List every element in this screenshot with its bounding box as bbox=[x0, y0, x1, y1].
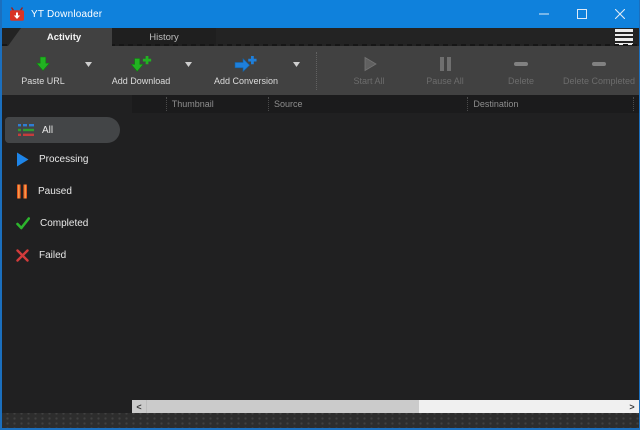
app-window: YT Downloader Activity History bbox=[0, 0, 640, 430]
scroll-right-icon: > bbox=[629, 402, 634, 412]
add-conversion-label: Add Conversion bbox=[214, 76, 278, 86]
horizontal-scrollbar[interactable]: < > bbox=[132, 400, 639, 413]
list-all-icon bbox=[18, 123, 34, 137]
tab-bar: Activity History bbox=[2, 28, 639, 46]
main-area: All Processing Paused Completed bbox=[2, 95, 639, 413]
maximize-button[interactable] bbox=[563, 0, 601, 28]
close-icon bbox=[615, 9, 625, 19]
scroll-right-button[interactable]: > bbox=[625, 400, 639, 413]
dash-icon bbox=[513, 55, 529, 73]
toolbar: Paste URL Add Download bbox=[2, 46, 639, 95]
window-resize-strip bbox=[2, 413, 639, 428]
table-body-empty bbox=[132, 113, 639, 400]
play-icon bbox=[361, 55, 378, 73]
start-all-label: Start All bbox=[353, 76, 384, 86]
filter-completed[interactable]: Completed bbox=[2, 207, 132, 239]
filter-all-label: All bbox=[42, 125, 53, 136]
filter-paused-label: Paused bbox=[38, 186, 72, 197]
paste-url-dropdown-icon[interactable] bbox=[80, 62, 96, 67]
scrollbar-track[interactable] bbox=[419, 400, 625, 413]
filter-all[interactable]: All bbox=[5, 117, 120, 143]
paste-url-button[interactable]: Paste URL bbox=[6, 49, 96, 93]
tab-activity-label: Activity bbox=[47, 32, 81, 43]
filter-completed-label: Completed bbox=[40, 218, 88, 229]
titlebar: YT Downloader bbox=[2, 0, 639, 28]
tab-activity[interactable]: Activity bbox=[8, 28, 112, 46]
check-green-icon bbox=[16, 217, 30, 230]
download-table: Thumbnail Source Destination < > bbox=[132, 95, 639, 413]
tab-history-label: History bbox=[149, 32, 179, 43]
add-download-dropdown-icon[interactable] bbox=[180, 62, 196, 67]
paste-url-label: Paste URL bbox=[21, 76, 65, 86]
add-conversion-button[interactable]: Add Conversion bbox=[204, 49, 304, 93]
delete-completed-button[interactable]: Delete Completed bbox=[557, 49, 640, 93]
app-tv-icon bbox=[9, 7, 25, 22]
pause-all-label: Pause All bbox=[426, 76, 464, 86]
add-conversion-dropdown-icon[interactable] bbox=[288, 62, 304, 67]
pause-all-button[interactable]: Pause All bbox=[409, 49, 481, 93]
filter-processing-label: Processing bbox=[39, 154, 88, 165]
minimize-icon bbox=[539, 9, 549, 19]
window-title: YT Downloader bbox=[31, 9, 102, 20]
add-download-button[interactable]: Add Download bbox=[102, 49, 196, 93]
scrollbar-thumb[interactable] bbox=[146, 400, 419, 413]
delete-label: Delete bbox=[508, 76, 534, 86]
table-header: Thumbnail Source Destination bbox=[132, 95, 639, 113]
window-controls bbox=[525, 0, 639, 28]
pause-orange-icon bbox=[16, 184, 28, 199]
pause-icon bbox=[439, 55, 452, 73]
menu-button[interactable] bbox=[613, 28, 635, 46]
filter-sidebar: All Processing Paused Completed bbox=[2, 95, 132, 413]
toolbar-separator bbox=[316, 52, 317, 90]
filter-paused[interactable]: Paused bbox=[2, 175, 132, 207]
dash-icon bbox=[591, 55, 607, 73]
column-source[interactable]: Source bbox=[268, 97, 467, 111]
maximize-icon bbox=[577, 9, 587, 19]
x-red-icon bbox=[16, 249, 29, 262]
start-all-button[interactable]: Start All bbox=[333, 49, 405, 93]
add-download-label: Add Download bbox=[112, 76, 171, 86]
delete-completed-label: Delete Completed bbox=[563, 76, 635, 86]
column-thumbnail[interactable]: Thumbnail bbox=[166, 97, 268, 111]
scroll-left-button[interactable]: < bbox=[132, 400, 146, 413]
play-blue-icon bbox=[16, 152, 29, 167]
green-down-arrow-icon bbox=[35, 55, 51, 73]
filter-processing[interactable]: Processing bbox=[2, 143, 132, 175]
column-destination[interactable]: Destination bbox=[467, 97, 633, 111]
blue-right-arrow-plus-icon bbox=[234, 55, 258, 73]
green-down-arrow-plus-icon bbox=[130, 55, 152, 73]
filter-failed[interactable]: Failed bbox=[2, 239, 132, 271]
scroll-left-icon: < bbox=[136, 402, 141, 412]
tab-history[interactable]: History bbox=[112, 28, 216, 46]
hamburger-icon bbox=[615, 29, 633, 32]
delete-button[interactable]: Delete bbox=[487, 49, 555, 93]
close-button[interactable] bbox=[601, 0, 639, 28]
filter-failed-label: Failed bbox=[39, 250, 66, 261]
minimize-button[interactable] bbox=[525, 0, 563, 28]
